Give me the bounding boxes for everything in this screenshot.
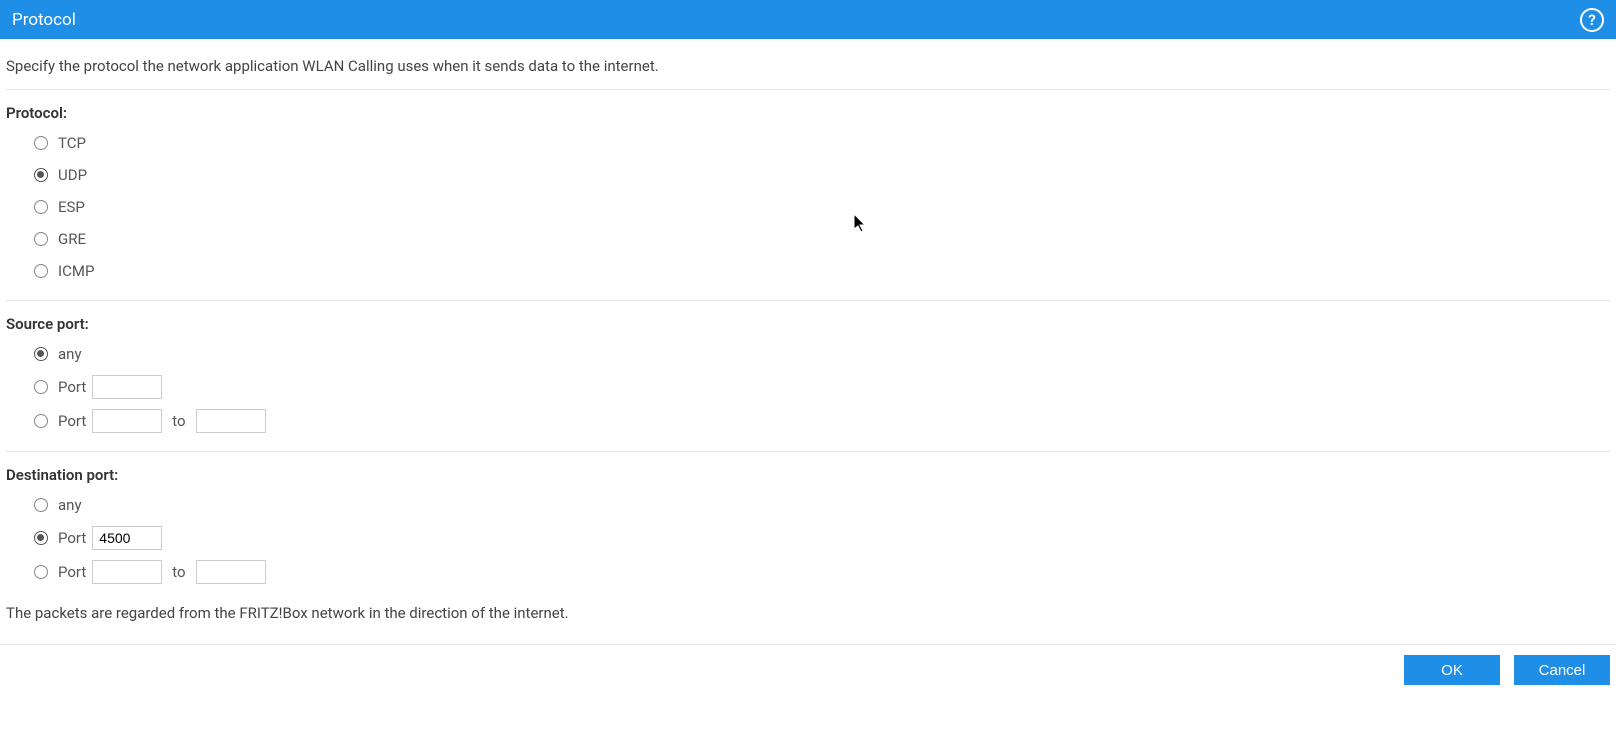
radio-label-src-single: Port: [58, 378, 86, 396]
src-range-to-input[interactable]: [196, 409, 266, 433]
src-single-input[interactable]: [92, 375, 162, 399]
radio-esp[interactable]: [34, 200, 48, 214]
direction-note: The packets are regarded from the FRITZ!…: [6, 594, 1610, 636]
dest-port-section: Destination port: any Port Port to The p…: [6, 452, 1610, 644]
radio-icmp[interactable]: [34, 264, 48, 278]
radio-label-dst-any: any: [58, 496, 82, 514]
radio-gre[interactable]: [34, 232, 48, 246]
dest-port-label: Destination port:: [6, 466, 1610, 484]
source-port-radio-group: any Port Port to: [6, 343, 1610, 433]
src-range-from-input[interactable]: [92, 409, 162, 433]
radio-label-src-range: Port: [58, 412, 86, 430]
dest-port-radio-group: any Port Port to: [6, 494, 1610, 584]
cancel-button[interactable]: Cancel: [1514, 655, 1610, 685]
dest-port-any[interactable]: any: [34, 494, 1610, 516]
radio-label-esp: ESP: [58, 198, 85, 216]
source-port-single[interactable]: Port: [34, 375, 1610, 399]
dst-single-input[interactable]: [92, 526, 162, 550]
dst-range-to-label: to: [172, 563, 185, 581]
radio-src-single[interactable]: [34, 380, 48, 394]
protocol-label: Protocol:: [6, 104, 1610, 122]
protocol-section: Protocol: TCP UDP ESP GRE ICMP: [6, 90, 1610, 301]
src-range-to-label: to: [172, 412, 185, 430]
protocol-radio-group: TCP UDP ESP GRE ICMP: [6, 132, 1610, 282]
dst-range-from-input[interactable]: [92, 560, 162, 584]
radio-udp[interactable]: [34, 168, 48, 182]
radio-src-any[interactable]: [34, 347, 48, 361]
radio-label-dst-single: Port: [58, 529, 86, 547]
ok-button[interactable]: OK: [1404, 655, 1500, 685]
dest-port-range[interactable]: Port to: [34, 560, 1610, 584]
protocol-option-icmp[interactable]: ICMP: [34, 260, 1610, 282]
radio-label-tcp: TCP: [58, 134, 86, 152]
radio-label-gre: GRE: [58, 230, 86, 248]
intro-text: Specify the protocol the network applica…: [6, 39, 1610, 90]
radio-label-udp: UDP: [58, 166, 87, 184]
protocol-option-tcp[interactable]: TCP: [34, 132, 1610, 154]
page-header: Protocol ?: [0, 0, 1616, 39]
help-icon[interactable]: ?: [1580, 8, 1604, 32]
radio-tcp[interactable]: [34, 136, 48, 150]
radio-label-src-any: any: [58, 345, 82, 363]
protocol-option-esp[interactable]: ESP: [34, 196, 1610, 218]
dest-port-single[interactable]: Port: [34, 526, 1610, 550]
radio-dst-any[interactable]: [34, 498, 48, 512]
protocol-option-udp[interactable]: UDP: [34, 164, 1610, 186]
radio-dst-single[interactable]: [34, 531, 48, 545]
radio-label-icmp: ICMP: [58, 262, 94, 280]
source-port-range[interactable]: Port to: [34, 409, 1610, 433]
source-port-section: Source port: any Port Port to: [6, 301, 1610, 452]
protocol-option-gre[interactable]: GRE: [34, 228, 1610, 250]
source-port-any[interactable]: any: [34, 343, 1610, 365]
content-area: Specify the protocol the network applica…: [0, 39, 1616, 644]
dst-range-to-input[interactable]: [196, 560, 266, 584]
source-port-label: Source port:: [6, 315, 1610, 333]
footer: OK Cancel: [0, 644, 1616, 695]
page-title: Protocol: [12, 10, 76, 30]
radio-src-range[interactable]: [34, 414, 48, 428]
radio-label-dst-range: Port: [58, 563, 86, 581]
radio-dst-range[interactable]: [34, 565, 48, 579]
